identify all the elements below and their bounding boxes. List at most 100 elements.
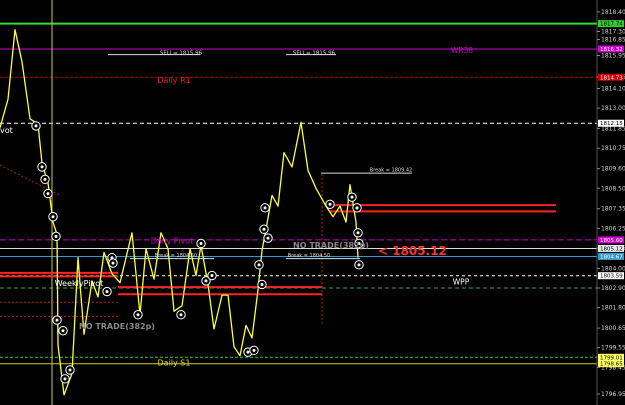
- marker-dot: [46, 192, 50, 196]
- axis-tick-label: 1804.00: [601, 265, 625, 272]
- marker-dot: [111, 261, 115, 265]
- marker-dot: [179, 313, 183, 317]
- trade-marker[interactable]: [31, 121, 41, 131]
- axis-tick-label: 1818.40: [601, 9, 625, 16]
- trade-marker[interactable]: [249, 345, 259, 356]
- marker-dot: [356, 231, 360, 235]
- marker-dot: [51, 215, 55, 219]
- wpp-label: WPP: [453, 277, 470, 286]
- marker-dot: [252, 348, 256, 352]
- axis-tick-label: 1809.60: [601, 166, 625, 173]
- axis-tick-label: 1815.95: [601, 53, 625, 60]
- trade-marker[interactable]: [108, 258, 118, 268]
- price-tag-label: 1804.67: [600, 254, 623, 260]
- price-tag-label: 1805.12: [600, 246, 623, 252]
- trade-marker[interactable]: [176, 310, 186, 320]
- axis-tick-label: 1814.10: [601, 86, 625, 93]
- trade-marker[interactable]: [48, 212, 58, 222]
- daily-s1-label: Daily S1: [158, 358, 191, 367]
- price-tag-label: 1816.32: [600, 47, 623, 53]
- price-tag-label: 1814.73: [600, 75, 623, 81]
- price-tag: 1805.60: [598, 236, 624, 244]
- trade-marker[interactable]: [354, 260, 364, 270]
- marker-dot: [204, 279, 208, 283]
- trade-marker[interactable]: [207, 270, 217, 281]
- trade-marker[interactable]: [325, 199, 335, 209]
- marker-dot: [55, 318, 59, 322]
- marker-dot: [355, 206, 359, 210]
- wr38-label: WR38: [451, 46, 473, 55]
- break-label-2: Break = 1804.50: [155, 253, 197, 259]
- no-trade-label-2: NO TRADE(382p): [79, 322, 155, 331]
- marker-dot: [263, 206, 267, 210]
- weekly-pivot-label: WeeklyPivot: [55, 279, 104, 288]
- pivot-label: vot: [0, 126, 13, 135]
- price-tag: 1803.59: [598, 272, 624, 280]
- marker-dot: [246, 350, 250, 354]
- trade-marker[interactable]: [37, 162, 47, 172]
- axis-tick-label: 1816.85: [601, 37, 625, 44]
- marker-dot: [262, 227, 266, 231]
- sell-label-2: SELL= 1815.96: [293, 51, 336, 57]
- trade-marker[interactable]: [65, 365, 75, 375]
- price-chart[interactable]: SELL= 1815.96 SELL= 1815.96 WR38 Daily R1 vo…: [0, 0, 625, 405]
- price-tag: 1804.67: [598, 252, 624, 260]
- axis-tick-label: 1808.50: [601, 185, 625, 192]
- price-tag: 1798.65: [598, 360, 624, 368]
- trade-marker[interactable]: [102, 286, 112, 297]
- marker-dot: [199, 241, 203, 245]
- price-tag-label: 1805.60: [600, 238, 623, 244]
- marker-dot: [61, 329, 65, 333]
- daily-pivot-label: Daily Pivot: [151, 236, 193, 245]
- axis-tick-label: 1800.65: [601, 325, 625, 332]
- marker-dot: [63, 377, 67, 381]
- marker-dot: [266, 236, 270, 240]
- axis-tick-label: 1810.75: [601, 145, 625, 152]
- trade-marker[interactable]: [254, 260, 264, 270]
- axis-tick-label: 1817.30: [601, 29, 625, 36]
- price-tag: 1817.74: [598, 20, 624, 28]
- marker-dot: [68, 368, 72, 372]
- marker-dot: [210, 274, 214, 278]
- trade-marker[interactable]: [259, 224, 269, 234]
- trade-marker[interactable]: [58, 326, 68, 336]
- trade-marker[interactable]: [263, 233, 273, 243]
- trade-marker[interactable]: [347, 192, 357, 202]
- marker-dot: [34, 124, 38, 128]
- trade-marker[interactable]: [133, 310, 143, 320]
- marker-dot: [136, 313, 140, 317]
- trade-marker[interactable]: [51, 231, 61, 242]
- marker-dot: [260, 282, 264, 286]
- trade-marker[interactable]: [43, 188, 53, 199]
- price-tag-label: 1803.59: [600, 274, 623, 280]
- trade-marker[interactable]: [257, 279, 267, 290]
- marker-dot: [40, 165, 44, 169]
- trade-marker[interactable]: [60, 374, 70, 384]
- trade-marker[interactable]: [52, 315, 62, 325]
- axis-tick-label: 1802.90: [601, 285, 625, 292]
- marker-dot: [350, 195, 354, 199]
- break-label-3: Break = 1804.50: [288, 253, 330, 259]
- axis-tick-label: 1801.80: [601, 305, 625, 312]
- marker-dot: [357, 263, 361, 267]
- current-price-label: < 1805.12: [378, 244, 447, 258]
- price-tag-label: 1798.65: [600, 362, 623, 368]
- trade-marker[interactable]: [352, 203, 362, 213]
- no-trade-label-1: NO TRADE(382p): [293, 241, 369, 250]
- price-tag-label: 1817.74: [600, 22, 623, 28]
- trade-marker[interactable]: [260, 203, 270, 213]
- daily-r1-label: Daily R1: [157, 76, 190, 85]
- trade-marker[interactable]: [353, 228, 363, 238]
- axis-tick-label: 1807.35: [601, 206, 625, 213]
- trade-marker[interactable]: [40, 174, 50, 185]
- marker-dot: [257, 263, 261, 267]
- marker-dot: [43, 177, 47, 181]
- axis-tick-label: 1806.25: [601, 225, 625, 232]
- price-tag: 1799.01: [598, 353, 624, 361]
- trade-marker[interactable]: [196, 238, 206, 249]
- axis-tick-label: 1799.55: [601, 345, 625, 352]
- break-label-1: Break = 1809.42: [370, 167, 412, 173]
- axis-tick-label: 1796.95: [601, 391, 625, 398]
- price-tag: 1812.15: [598, 119, 624, 127]
- price-tag: 1814.73: [598, 73, 624, 81]
